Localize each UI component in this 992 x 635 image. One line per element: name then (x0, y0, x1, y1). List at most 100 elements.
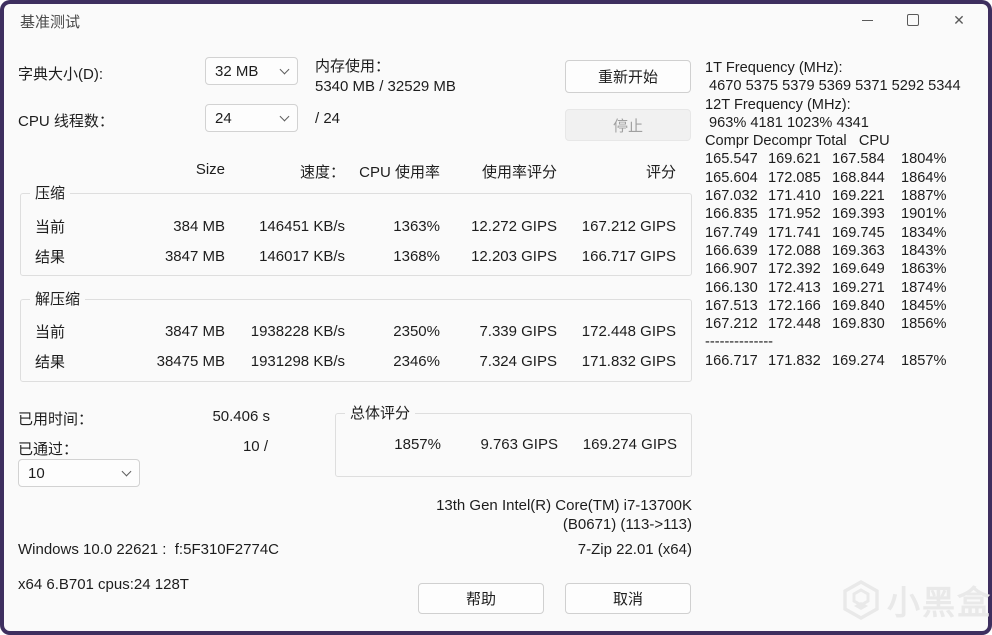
pass-result-row: 166.907 172.392 169.649 1863% (705, 260, 987, 278)
pass-cpu: 1864% (901, 169, 947, 186)
chevron-down-icon (279, 111, 290, 122)
row-label: 结果 (35, 248, 66, 266)
passes-value: 10 / (242, 438, 268, 455)
cancel-button[interactable]: 取消 (565, 583, 691, 614)
cell-usage-rating: 7.324 GIPS (479, 352, 557, 370)
pass-decompr: 172.088 (768, 242, 821, 259)
cpu-threads-label: CPU 线程数： (18, 113, 114, 130)
cell-usage-rating: 7.339 GIPS (479, 322, 557, 340)
cell-rating: 172.448 GIPS (581, 322, 676, 340)
pass-compr: 166.717 (705, 352, 758, 369)
pass-compr: 165.604 (705, 169, 758, 186)
benchmark-window: 基准测试 ✕ 字典大小(D): 32 MB 内存使用： 5340 MB / 32… (0, 0, 992, 635)
frequency-panel: 1T Frequency (MHz): 4670 5375 5379 5369 … (705, 59, 987, 370)
cell-rating: 167.212 GIPS (581, 217, 676, 235)
pass-decompr: 171.741 (768, 224, 821, 241)
pass-result-row: 165.604 172.085 168.844 1864% (705, 169, 987, 187)
frequency-line: 12T Frequency (MHz): (705, 96, 851, 113)
elapsed-time-label: 已用时间： (18, 411, 94, 428)
cell-cpu-usage: 1363% (393, 217, 440, 235)
app-version: 7-Zip 22.01 (x64) (577, 541, 692, 558)
pass-cpu: 1856% (901, 316, 947, 333)
pass-compr: 166.130 (705, 279, 758, 296)
help-button[interactable]: 帮助 (418, 583, 544, 614)
row-label: 结果 (35, 353, 66, 371)
close-icon: ✕ (953, 12, 965, 28)
cell-speed: 146017 KB/s (259, 247, 345, 265)
pass-cpu: 1834% (901, 224, 947, 241)
cell-speed: 146451 KB/s (259, 217, 345, 235)
pass-compr: 167.032 (705, 188, 758, 205)
memory-usage-label: 内存使用： (315, 58, 391, 75)
total-usage-rating: 9.763 GIPS (480, 436, 558, 453)
total-cpu-usage: 1857% (394, 436, 441, 453)
decompression-group: 解压缩 当前 3847 MB 1938228 KB/s 2350% 7.339 … (20, 290, 692, 382)
pass-total: 169.649 (832, 261, 885, 278)
pass-compr: 166.835 (705, 206, 758, 223)
pass-cpu: 1901% (901, 206, 947, 223)
cell-size: 3847 MB (164, 247, 225, 265)
frequency-line: 1T Frequency (MHz): (705, 60, 843, 76)
header-rating: 评分 (645, 164, 676, 181)
table-row: 当前 384 MB 146451 KB/s 1363% 12.272 GIPS … (21, 211, 691, 241)
cell-usage-rating: 12.272 GIPS (471, 217, 557, 235)
pass-decompr: 171.410 (768, 188, 821, 205)
close-button[interactable]: ✕ (936, 4, 982, 36)
stop-button[interactable]: 停止 (565, 109, 691, 141)
build-info: x64 6.B701 cpus:24 128T (18, 576, 189, 593)
results-header: Size 速度： CPU 使用率 使用率评分 评分 (20, 161, 692, 182)
chevron-down-icon (121, 466, 132, 477)
pass-decompr: 172.448 (768, 316, 821, 333)
pass-cpu: 1857% (901, 352, 947, 369)
passes-select[interactable]: 10 (18, 459, 140, 487)
caption-buttons: ✕ (844, 4, 982, 36)
pass-compr: 167.513 (705, 297, 758, 314)
memory-usage-value: 5340 MB / 32529 MB (315, 78, 456, 95)
table-row: 当前 3847 MB 1938228 KB/s 2350% 7.339 GIPS… (21, 316, 691, 346)
pass-cpu: 1874% (901, 279, 947, 296)
cpu-threads-select[interactable]: 24 (205, 104, 298, 132)
pass-result-row: 167.749 171.741 169.745 1834% (705, 224, 987, 242)
pass-total: 169.745 (832, 224, 885, 241)
header-size: Size (195, 161, 225, 178)
dictionary-size-select[interactable]: 32 MB (205, 57, 298, 85)
title-bar: 基准测试 ✕ (0, 0, 992, 40)
decompression-group-title: 解压缩 (30, 290, 86, 310)
cell-rating: 166.717 GIPS (581, 247, 676, 265)
pass-total: 169.830 (832, 316, 885, 333)
dictionary-size-value: 32 MB (215, 62, 259, 80)
frequency-line: 4670 5375 5379 5369 5371 5292 5344 (705, 78, 961, 95)
pass-total: 169.363 (832, 242, 885, 259)
cpu-threads-value: 24 (215, 109, 232, 127)
passes-label: 已通过： (18, 441, 79, 458)
pass-cpu: 1863% (901, 261, 947, 278)
pass-result-row: 166.130 172.413 169.271 1874% (705, 279, 987, 297)
cell-size: 38475 MB (156, 352, 225, 370)
header-speed: 速度： (299, 164, 345, 181)
os-version: Windows 10.0 22621 : f:5F310F2774C (18, 541, 279, 558)
pass-total: 169.393 (832, 206, 885, 223)
pass-compr: 167.212 (705, 316, 758, 333)
cell-size: 384 MB (173, 217, 225, 235)
pass-total: 168.844 (832, 169, 885, 186)
pass-result-row: 167.032 171.410 169.221 1887% (705, 187, 987, 205)
heybox-watermark: 小黑盒 (841, 576, 992, 624)
pass-compr: 167.749 (705, 224, 758, 241)
restart-button[interactable]: 重新开始 (565, 60, 691, 93)
pass-total-row: 166.717 171.832 169.274 1857% (705, 352, 987, 370)
pass-result-row: 167.212 172.448 169.830 1856% (705, 315, 987, 333)
cell-speed: 1931298 KB/s (250, 352, 345, 370)
pass-compr: 165.547 (705, 151, 758, 168)
maximize-button[interactable] (890, 4, 936, 36)
pass-cpu: 1845% (901, 297, 947, 314)
total-rating: 169.274 GIPS (582, 436, 677, 453)
row-label: 当前 (35, 323, 66, 341)
pass-cpu: 1804% (901, 151, 947, 168)
header-usage-rating: 使用率评分 (481, 164, 557, 181)
table-row: 结果 3847 MB 146017 KB/s 1368% 12.203 GIPS… (21, 241, 691, 271)
minimize-button[interactable] (844, 4, 890, 36)
total-rating-group: 总体评分 1857% 9.763 GIPS 169.274 GIPS (335, 404, 692, 477)
dictionary-size-label: 字典大小(D): (18, 66, 103, 83)
frequency-line: Compr Decompr Total CPU (705, 133, 890, 150)
elapsed-time-value: 50.406 s (212, 408, 270, 425)
